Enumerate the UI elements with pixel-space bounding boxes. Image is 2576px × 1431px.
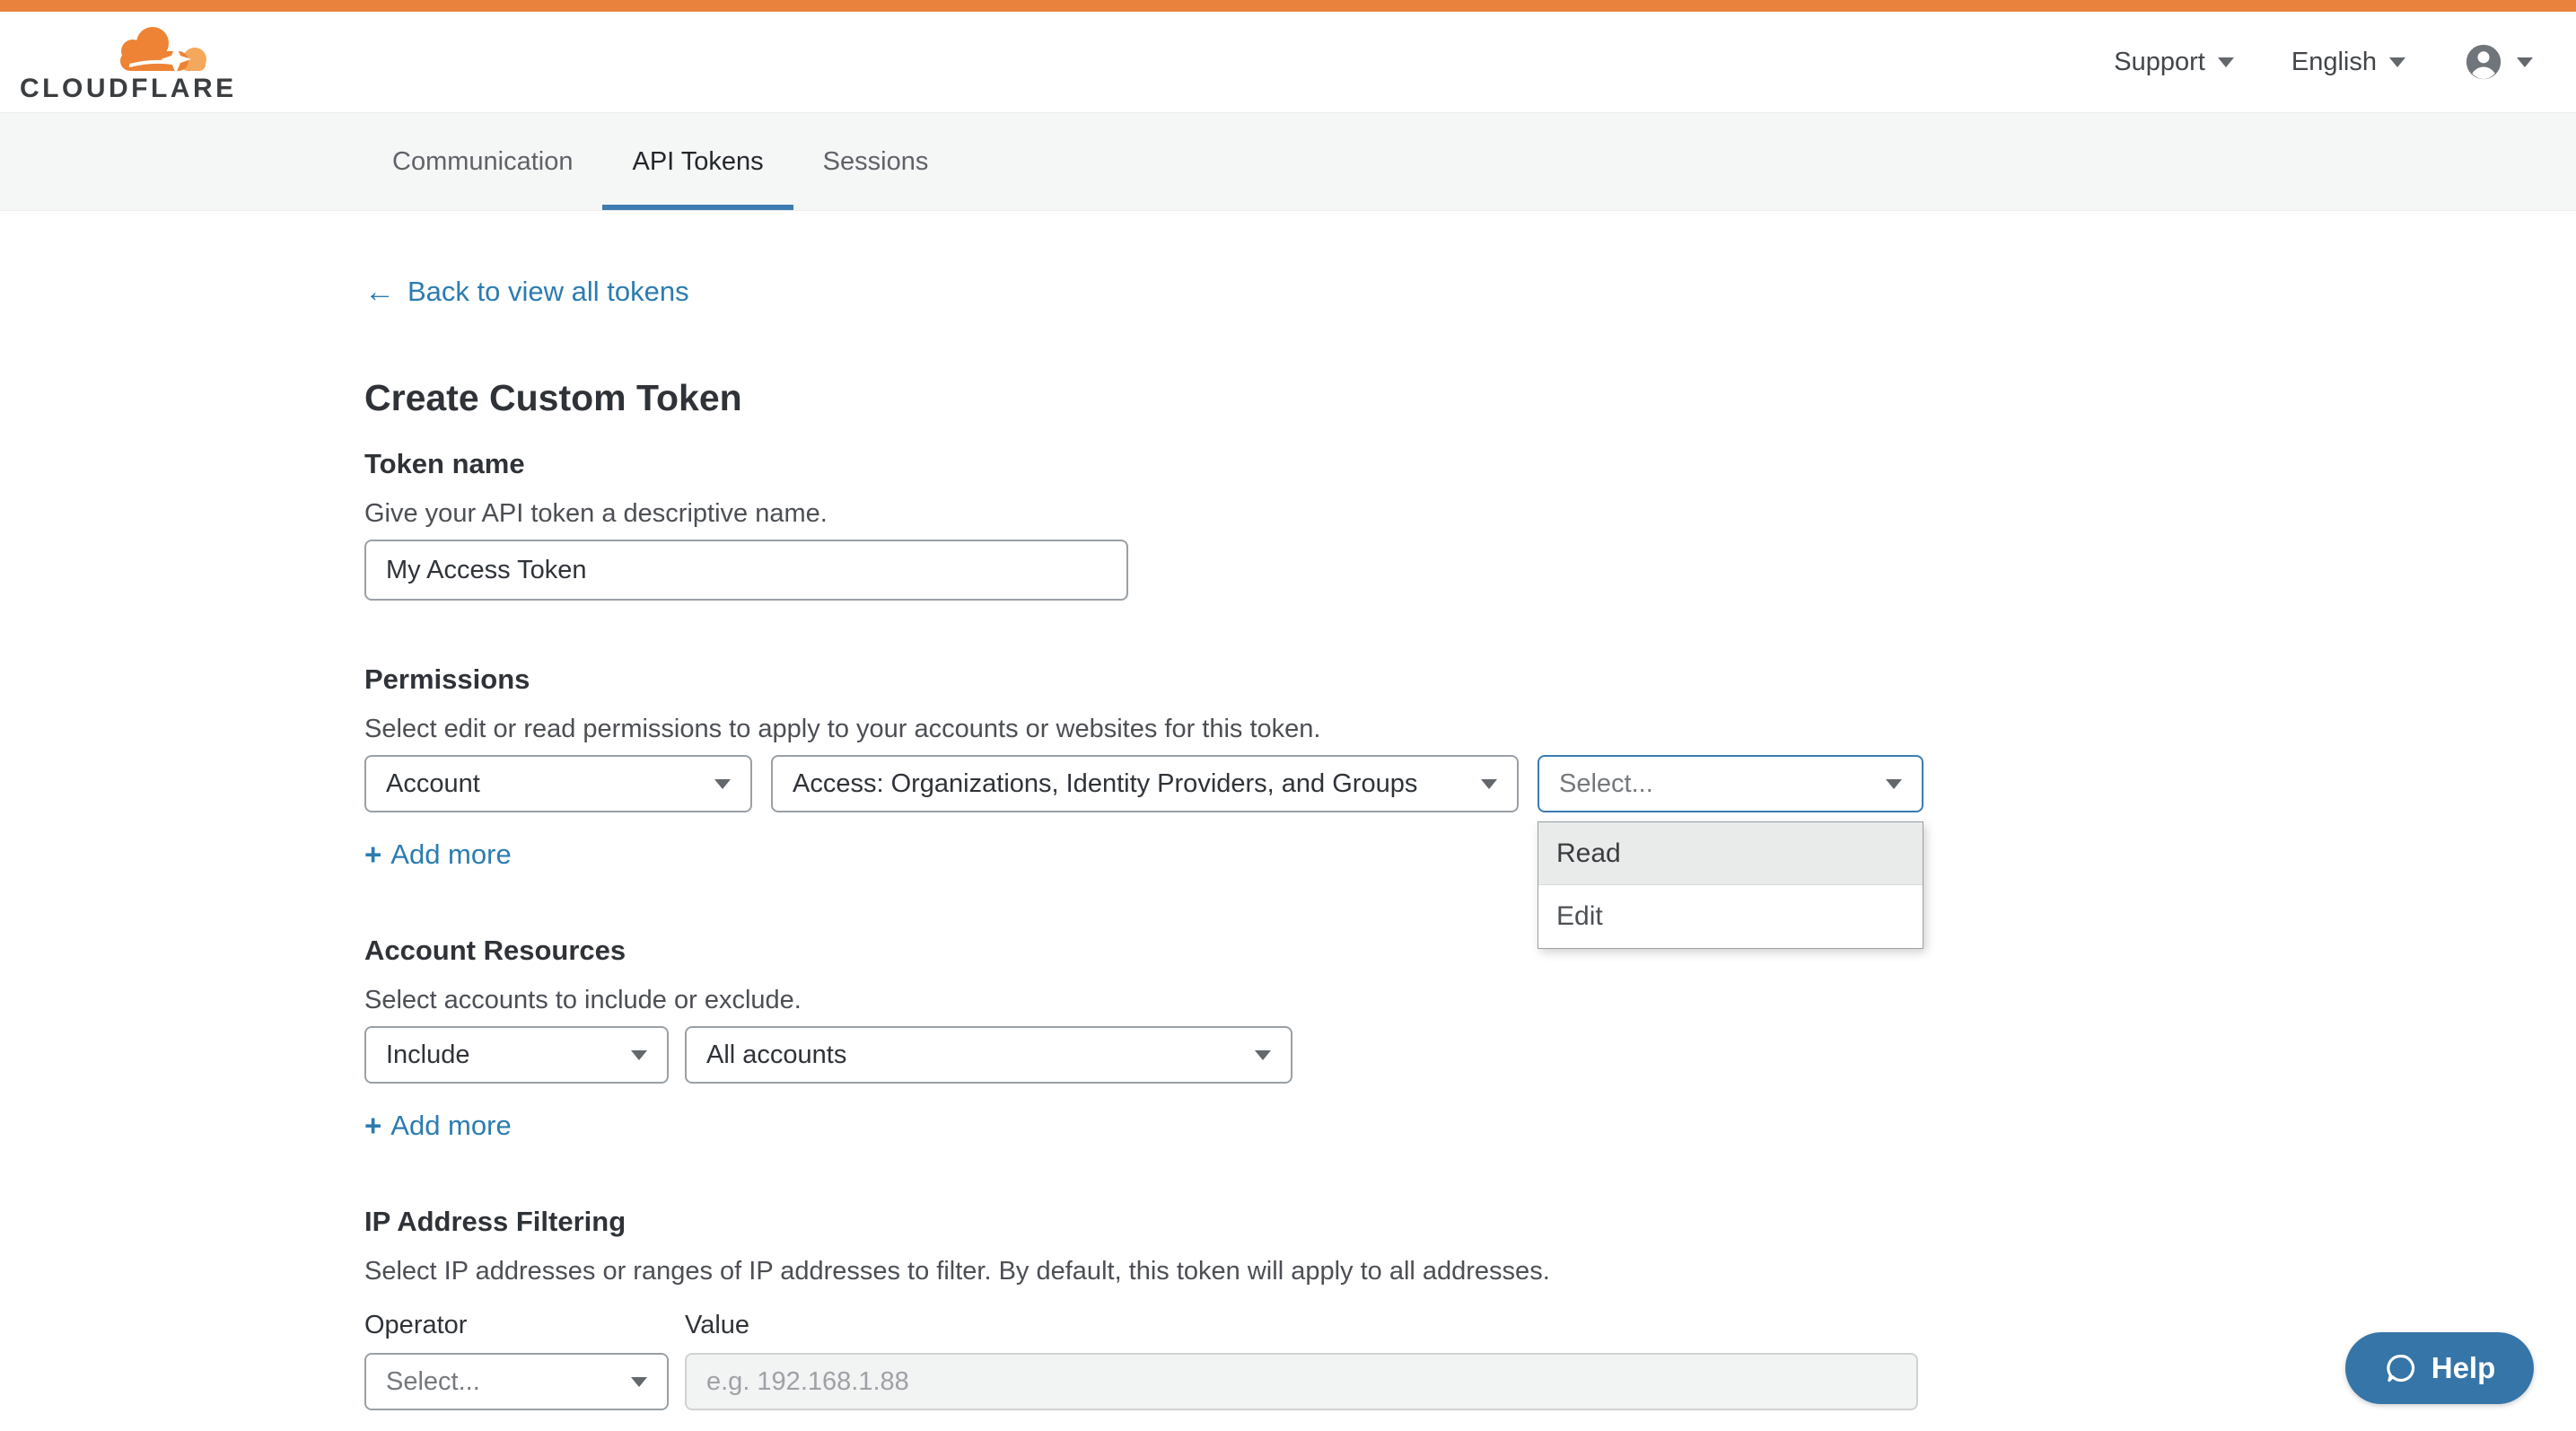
permission-scope-select[interactable]: Account bbox=[364, 755, 752, 812]
top-nav: Support English bbox=[2114, 41, 2533, 83]
account-resources-scope-select[interactable]: All accounts bbox=[685, 1026, 1292, 1084]
account-resources-description: Select accounts to include or exclude. bbox=[364, 985, 1944, 1015]
ip-filtering-description: Select IP addresses or ranges of IP addr… bbox=[364, 1256, 1944, 1286]
back-link-label: Back to view all tokens bbox=[407, 276, 689, 308]
permissions-description: Select edit or read permissions to apply… bbox=[364, 714, 1944, 744]
chevron-down-icon bbox=[1255, 1050, 1271, 1060]
operator-select[interactable]: Select... bbox=[364, 1353, 669, 1410]
chevron-down-icon bbox=[2389, 57, 2405, 67]
add-more-permissions-link[interactable]: + Add more bbox=[364, 838, 512, 872]
header: CLOUDFLARE Support English bbox=[0, 12, 2576, 112]
add-more-account-resources-label: Add more bbox=[390, 1110, 511, 1142]
chevron-down-icon bbox=[2218, 57, 2234, 67]
permission-resource-select[interactable]: Access: Organizations, Identity Provider… bbox=[771, 755, 1519, 812]
permission-level-value: Select... bbox=[1559, 769, 1653, 799]
plus-icon: + bbox=[364, 838, 381, 872]
ip-filtering-heading: IP Address Filtering bbox=[364, 1206, 1944, 1238]
chevron-down-icon bbox=[2517, 57, 2533, 67]
token-name-heading: Token name bbox=[364, 448, 1944, 480]
tab-bar: Communication API Tokens Sessions bbox=[0, 112, 2576, 211]
value-label: Value bbox=[685, 1310, 749, 1340]
cloudflare-wordmark: CLOUDFLARE bbox=[20, 75, 237, 102]
left-arrow-icon: ← bbox=[364, 277, 395, 307]
permission-scope-value: Account bbox=[386, 769, 480, 799]
permission-level-menu: Read Edit bbox=[1538, 821, 1923, 949]
cloudflare-cloud-icon bbox=[106, 22, 206, 74]
top-accent-bar bbox=[0, 0, 2576, 12]
chevron-down-icon bbox=[1481, 779, 1497, 789]
back-link[interactable]: ← Back to view all tokens bbox=[364, 276, 689, 308]
help-button[interactable]: Help bbox=[2345, 1332, 2534, 1404]
chevron-down-icon bbox=[631, 1377, 647, 1387]
add-more-permissions-label: Add more bbox=[390, 838, 511, 871]
page-title: Create Custom Token bbox=[364, 376, 1944, 419]
permissions-row: Account Access: Organizations, Identity … bbox=[364, 755, 1944, 812]
chevron-down-icon bbox=[1886, 779, 1902, 789]
avatar-icon bbox=[2463, 41, 2504, 83]
token-name-description: Give your API token a descriptive name. bbox=[364, 498, 1944, 529]
operator-label: Operator bbox=[364, 1310, 669, 1340]
tab-sessions[interactable]: Sessions bbox=[793, 113, 959, 210]
ip-value-input[interactable] bbox=[685, 1353, 1918, 1410]
language-menu-label: English bbox=[2291, 48, 2377, 77]
chevron-down-icon bbox=[714, 779, 731, 789]
help-button-label: Help bbox=[2431, 1351, 2496, 1385]
main-content: ← Back to view all tokens Create Custom … bbox=[364, 211, 1944, 1410]
ip-filtering-row: Select... bbox=[364, 1353, 1944, 1410]
token-name-input[interactable] bbox=[364, 540, 1128, 601]
permission-level-wrap: Select... Read Edit bbox=[1538, 755, 1923, 812]
support-menu-label: Support bbox=[2114, 48, 2205, 77]
account-resources-scope-value: All accounts bbox=[706, 1040, 846, 1070]
ip-filtering-labels: Operator Value bbox=[364, 1310, 1944, 1340]
permission-resource-value: Access: Organizations, Identity Provider… bbox=[793, 769, 1417, 799]
account-resources-mode-select[interactable]: Include bbox=[364, 1026, 669, 1084]
account-resources-row: Include All accounts bbox=[364, 1026, 1944, 1084]
add-more-account-resources-link[interactable]: + Add more bbox=[364, 1109, 512, 1143]
permissions-heading: Permissions bbox=[364, 663, 1944, 696]
plus-icon: + bbox=[364, 1109, 381, 1143]
account-menu[interactable] bbox=[2463, 41, 2533, 83]
tab-api-tokens[interactable]: API Tokens bbox=[602, 113, 793, 210]
chevron-down-icon bbox=[631, 1050, 647, 1060]
permission-level-select[interactable]: Select... bbox=[1538, 755, 1923, 812]
chat-bubble-icon bbox=[2384, 1351, 2418, 1385]
operator-value: Select... bbox=[386, 1367, 480, 1397]
cloudflare-logo[interactable]: CLOUDFLARE bbox=[20, 22, 237, 102]
support-menu[interactable]: Support bbox=[2114, 48, 2234, 77]
menu-option-read[interactable]: Read bbox=[1538, 822, 1923, 885]
tab-communication[interactable]: Communication bbox=[363, 113, 602, 210]
account-resources-mode-value: Include bbox=[386, 1040, 470, 1070]
menu-option-edit[interactable]: Edit bbox=[1538, 885, 1923, 948]
language-menu[interactable]: English bbox=[2291, 48, 2405, 77]
